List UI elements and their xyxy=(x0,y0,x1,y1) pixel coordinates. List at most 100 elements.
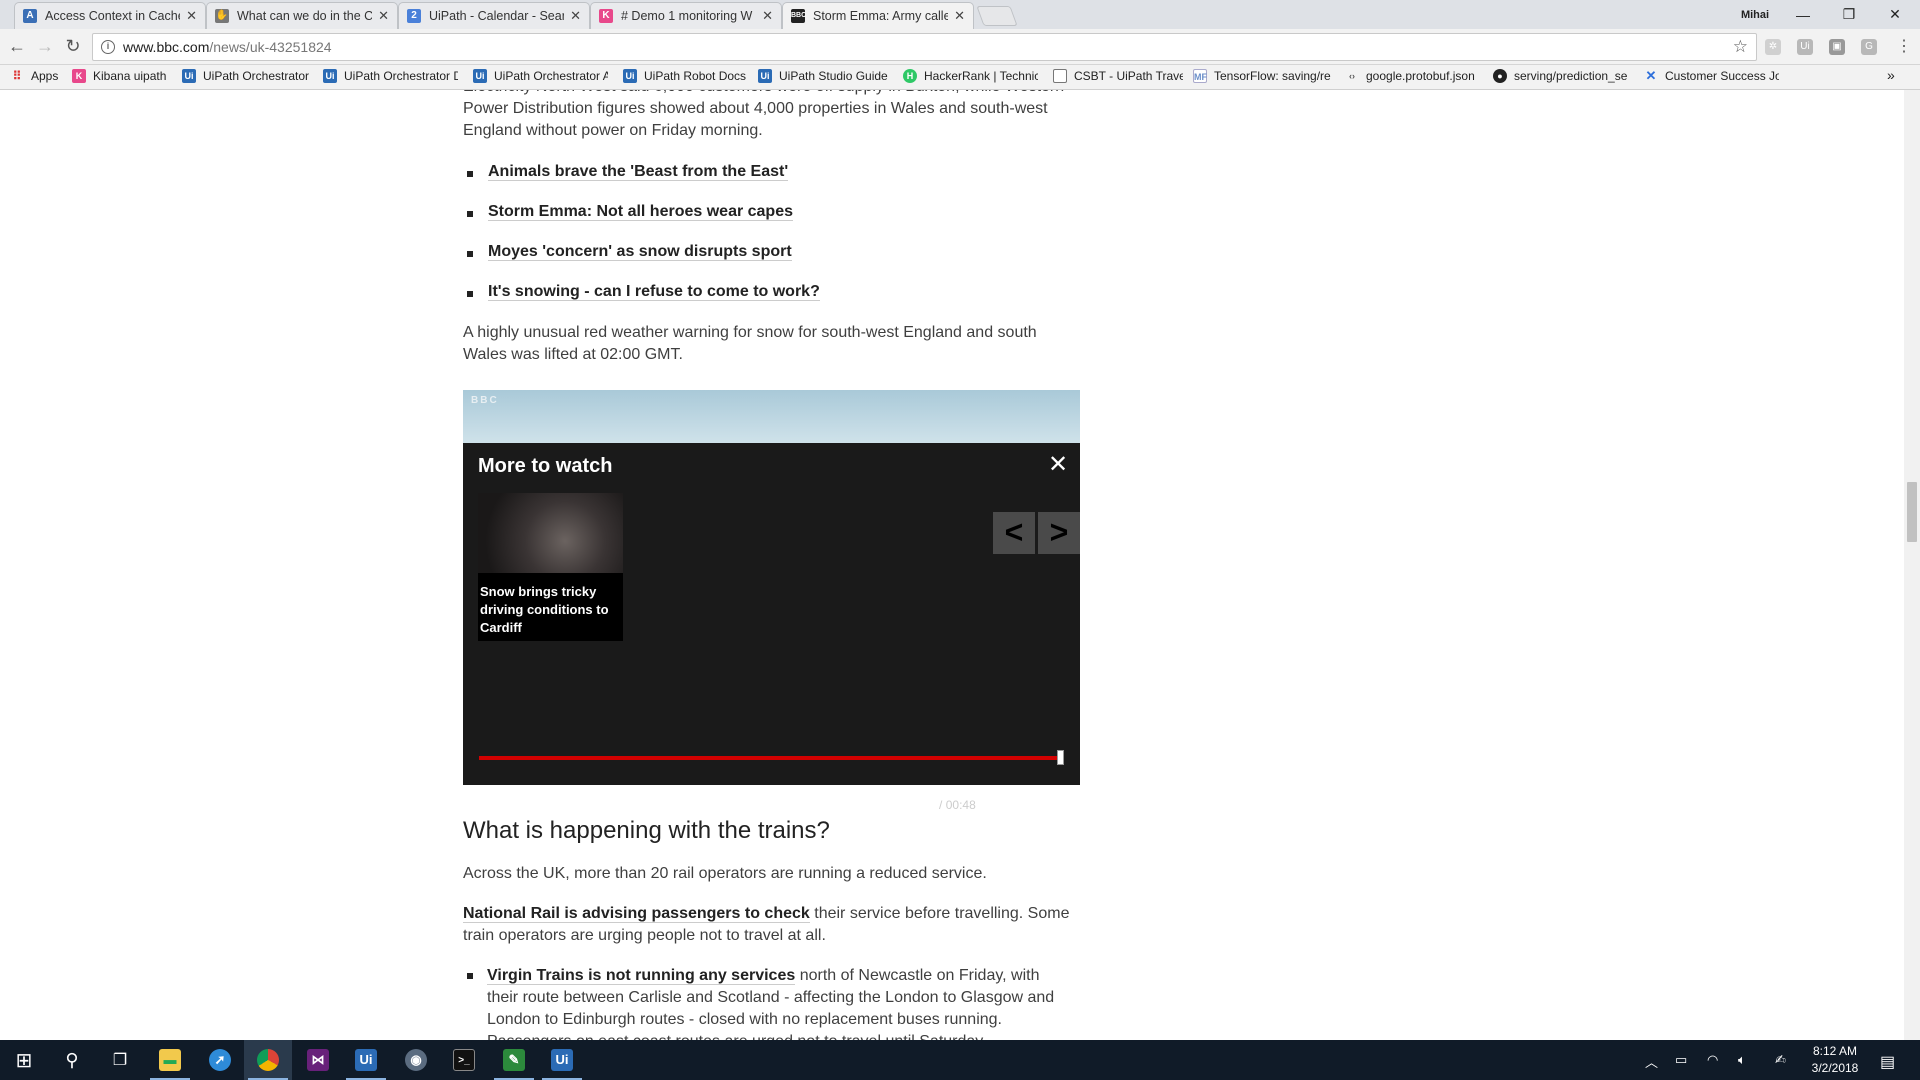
minimize-icon[interactable]: — xyxy=(1780,0,1826,29)
bookmark-item[interactable]: Ui UiPath Orchestrator xyxy=(182,69,317,83)
uipath-icon: Ui xyxy=(323,69,337,83)
bookmark-item[interactable]: Ui UiPath Studio Guide xyxy=(758,69,893,83)
extension-icon[interactable]: G xyxy=(1861,39,1877,55)
browser-tab-1[interactable]: A Access Context in Cache ✕ xyxy=(14,2,206,29)
speaker-icon[interactable]: 🔈︎ xyxy=(1738,1052,1746,1068)
bookmark-apps[interactable]: ⠿ Apps xyxy=(10,69,75,83)
carousel-next-button[interactable]: > xyxy=(1038,512,1080,554)
time-separator: / xyxy=(939,798,943,812)
app-icon[interactable]: ✎ xyxy=(490,1040,538,1080)
related-link[interactable]: Moyes 'concern' as snow disrupts sport xyxy=(467,243,792,261)
bookmark-item[interactable]: Ui UiPath Robot Docs xyxy=(623,69,753,83)
chrome-icon[interactable] xyxy=(244,1040,292,1080)
close-tab-icon[interactable]: ✕ xyxy=(186,8,197,24)
progress-bar[interactable] xyxy=(479,750,1064,765)
browser-tab-4[interactable]: K # Demo 1 monitoring W ✕ xyxy=(590,2,782,29)
bookmark-item[interactable]: ‹› google.protobuf.json xyxy=(1345,69,1480,83)
virgin-trains-link[interactable]: Virgin Trains is not running any service… xyxy=(487,967,796,985)
bookmark-item[interactable]: ● serving/prediction_se xyxy=(1493,69,1633,83)
bookmark-item[interactable]: Ui UiPath Orchestrator A xyxy=(473,69,608,83)
trains-advice-paragraph: National Rail is advising passengers to … xyxy=(463,903,1073,947)
page-scrollbar[interactable] xyxy=(1904,90,1920,1040)
play-icon[interactable]: ▶ xyxy=(477,795,491,816)
scroll-thumb[interactable] xyxy=(1907,482,1917,542)
bookmark-item[interactable]: H HackerRank | Technic xyxy=(903,69,1038,83)
bookmark-item[interactable]: Ui UiPath Orchestrator D xyxy=(323,69,458,83)
windows-start-icon[interactable]: ⊞ xyxy=(0,1040,48,1080)
video-player[interactable]: BBC More to watch ✕ Snow brings tricky d… xyxy=(463,390,1080,859)
close-window-icon[interactable]: ✕ xyxy=(1872,0,1918,29)
bookmark-item[interactable]: ✕ Customer Success Jo xyxy=(1644,69,1779,83)
embed-icon[interactable]: ‹/› xyxy=(1001,795,1015,812)
browser-tab-3[interactable]: 2 UiPath - Calendar - Sear ✕ xyxy=(398,2,590,29)
bookmark-label: serving/prediction_se xyxy=(1514,69,1628,83)
progress-handle[interactable] xyxy=(1057,750,1064,765)
related-link[interactable]: It's snowing - can I refuse to come to w… xyxy=(467,283,820,301)
new-tab-button[interactable] xyxy=(976,6,1018,26)
mf-icon: MF xyxy=(1193,69,1207,83)
system-clock[interactable]: 8:12 AM 3/2/2018 xyxy=(1810,1043,1860,1077)
trains-paragraph: Across the UK, more than 20 rail operato… xyxy=(463,865,987,882)
menu-dots-icon[interactable]: ⋮ xyxy=(1893,36,1915,56)
bookmark-star-icon[interactable]: ☆ xyxy=(1733,37,1748,57)
reload-icon[interactable]: ↻ xyxy=(62,36,84,57)
browser-tab-5-active[interactable]: BBC Storm Emma: Army calle ✕ xyxy=(782,2,974,29)
suggested-video-card[interactable]: Snow brings tricky driving conditions to… xyxy=(478,493,623,641)
notifications-icon[interactable]: ▤ xyxy=(1880,1052,1895,1072)
bookmarks-overflow-icon[interactable]: » xyxy=(1887,67,1895,83)
close-tab-icon[interactable]: ✕ xyxy=(954,8,965,24)
wifi-icon[interactable]: ◠ xyxy=(1707,1052,1718,1068)
show-hidden-icons[interactable]: ︿ xyxy=(1645,1052,1658,1071)
carousel-prev-button[interactable]: < xyxy=(993,512,1035,554)
app-icon[interactable]: ◉ xyxy=(392,1040,440,1080)
close-tab-icon[interactable]: ✕ xyxy=(762,8,773,24)
visual-studio-icon[interactable]: ⋈ xyxy=(294,1040,342,1080)
profile-name[interactable]: Mihai xyxy=(1730,0,1780,29)
close-tab-icon[interactable]: ✕ xyxy=(570,8,581,24)
extension-icon[interactable]: ✲ xyxy=(1765,39,1781,55)
task-view-icon[interactable]: ❐ xyxy=(96,1040,144,1080)
uipath-extension-icon[interactable]: Ui xyxy=(1797,39,1813,55)
site-info-icon[interactable]: i xyxy=(101,40,115,54)
windows-taskbar: ⊞ ⚲ ❐ ▬ ➚ ⋈ Ui ◉ >_ ✎ Ui ︿ ▭ ◠ 🔈︎ ✍︎ 8:1… xyxy=(0,1040,1920,1080)
file-explorer-icon[interactable]: ▬ xyxy=(146,1040,194,1080)
article-intro: Electricity North West said 6,000 custom… xyxy=(463,90,1064,139)
bookmark-item[interactable]: CSBT - UiPath Travel xyxy=(1053,69,1183,83)
related-link[interactable]: Animals brave the 'Beast from the East' xyxy=(466,163,789,181)
pen-icon[interactable]: ✍︎ xyxy=(1775,1052,1786,1068)
bookmark-item[interactable]: K Kibana uipath xyxy=(72,69,177,83)
close-icon[interactable]: ✕ xyxy=(1048,450,1068,479)
search-icon[interactable]: ⚲ xyxy=(48,1040,96,1080)
tab-title: Storm Emma: Army calle xyxy=(813,9,949,23)
uipath-studio-icon[interactable]: Ui xyxy=(342,1040,390,1080)
fullscreen-icon[interactable] xyxy=(1046,792,1068,814)
video-title: 'Legend' snow-clearing Cambridgeshire fa… xyxy=(479,844,800,859)
bookmark-item[interactable]: MF TensorFlow: saving/re xyxy=(1193,69,1333,83)
bookmark-label: UiPath Orchestrator D xyxy=(344,69,458,83)
kibana-icon: K xyxy=(599,9,613,23)
app-icon[interactable]: ➚ xyxy=(196,1040,244,1080)
forward-arrow-icon[interactable]: → xyxy=(34,36,56,57)
calendar-icon: 2 xyxy=(407,9,421,23)
uipath-icon: Ui xyxy=(473,69,487,83)
extension-icon[interactable]: ▣ xyxy=(1829,39,1845,55)
back-arrow-icon[interactable]: ← xyxy=(6,36,28,57)
address-bar[interactable]: i www.bbc.com/news/uk-43251824 ☆ xyxy=(92,33,1757,61)
browser-tab-2[interactable]: ✋ What can we do in the C ✕ xyxy=(206,2,398,29)
national-rail-link[interactable]: National Rail is advising passengers to … xyxy=(463,905,810,923)
trains-bullet: Virgin Trains is not running any service… xyxy=(467,965,1062,1040)
volume-icon[interactable]: 🔊︎ xyxy=(518,793,531,816)
uipath-robot-icon[interactable]: Ui xyxy=(538,1040,586,1080)
bookmark-label: Apps xyxy=(31,69,59,83)
restore-icon[interactable]: ❐ xyxy=(1826,0,1872,29)
url-path: /news/uk-43251824 xyxy=(209,39,332,55)
more-to-watch-heading: More to watch xyxy=(478,455,613,477)
confluence-icon: ✕ xyxy=(1645,69,1657,83)
tab-title: What can we do in the C xyxy=(237,9,373,23)
battery-icon[interactable]: ▭ xyxy=(1675,1052,1687,1068)
terminal-icon[interactable]: >_ xyxy=(440,1040,488,1080)
page-icon xyxy=(1053,69,1067,83)
tab-title: # Demo 1 monitoring W xyxy=(621,9,753,23)
related-link[interactable]: Storm Emma: Not all heroes wear capes xyxy=(467,203,793,221)
close-tab-icon[interactable]: ✕ xyxy=(378,8,389,24)
